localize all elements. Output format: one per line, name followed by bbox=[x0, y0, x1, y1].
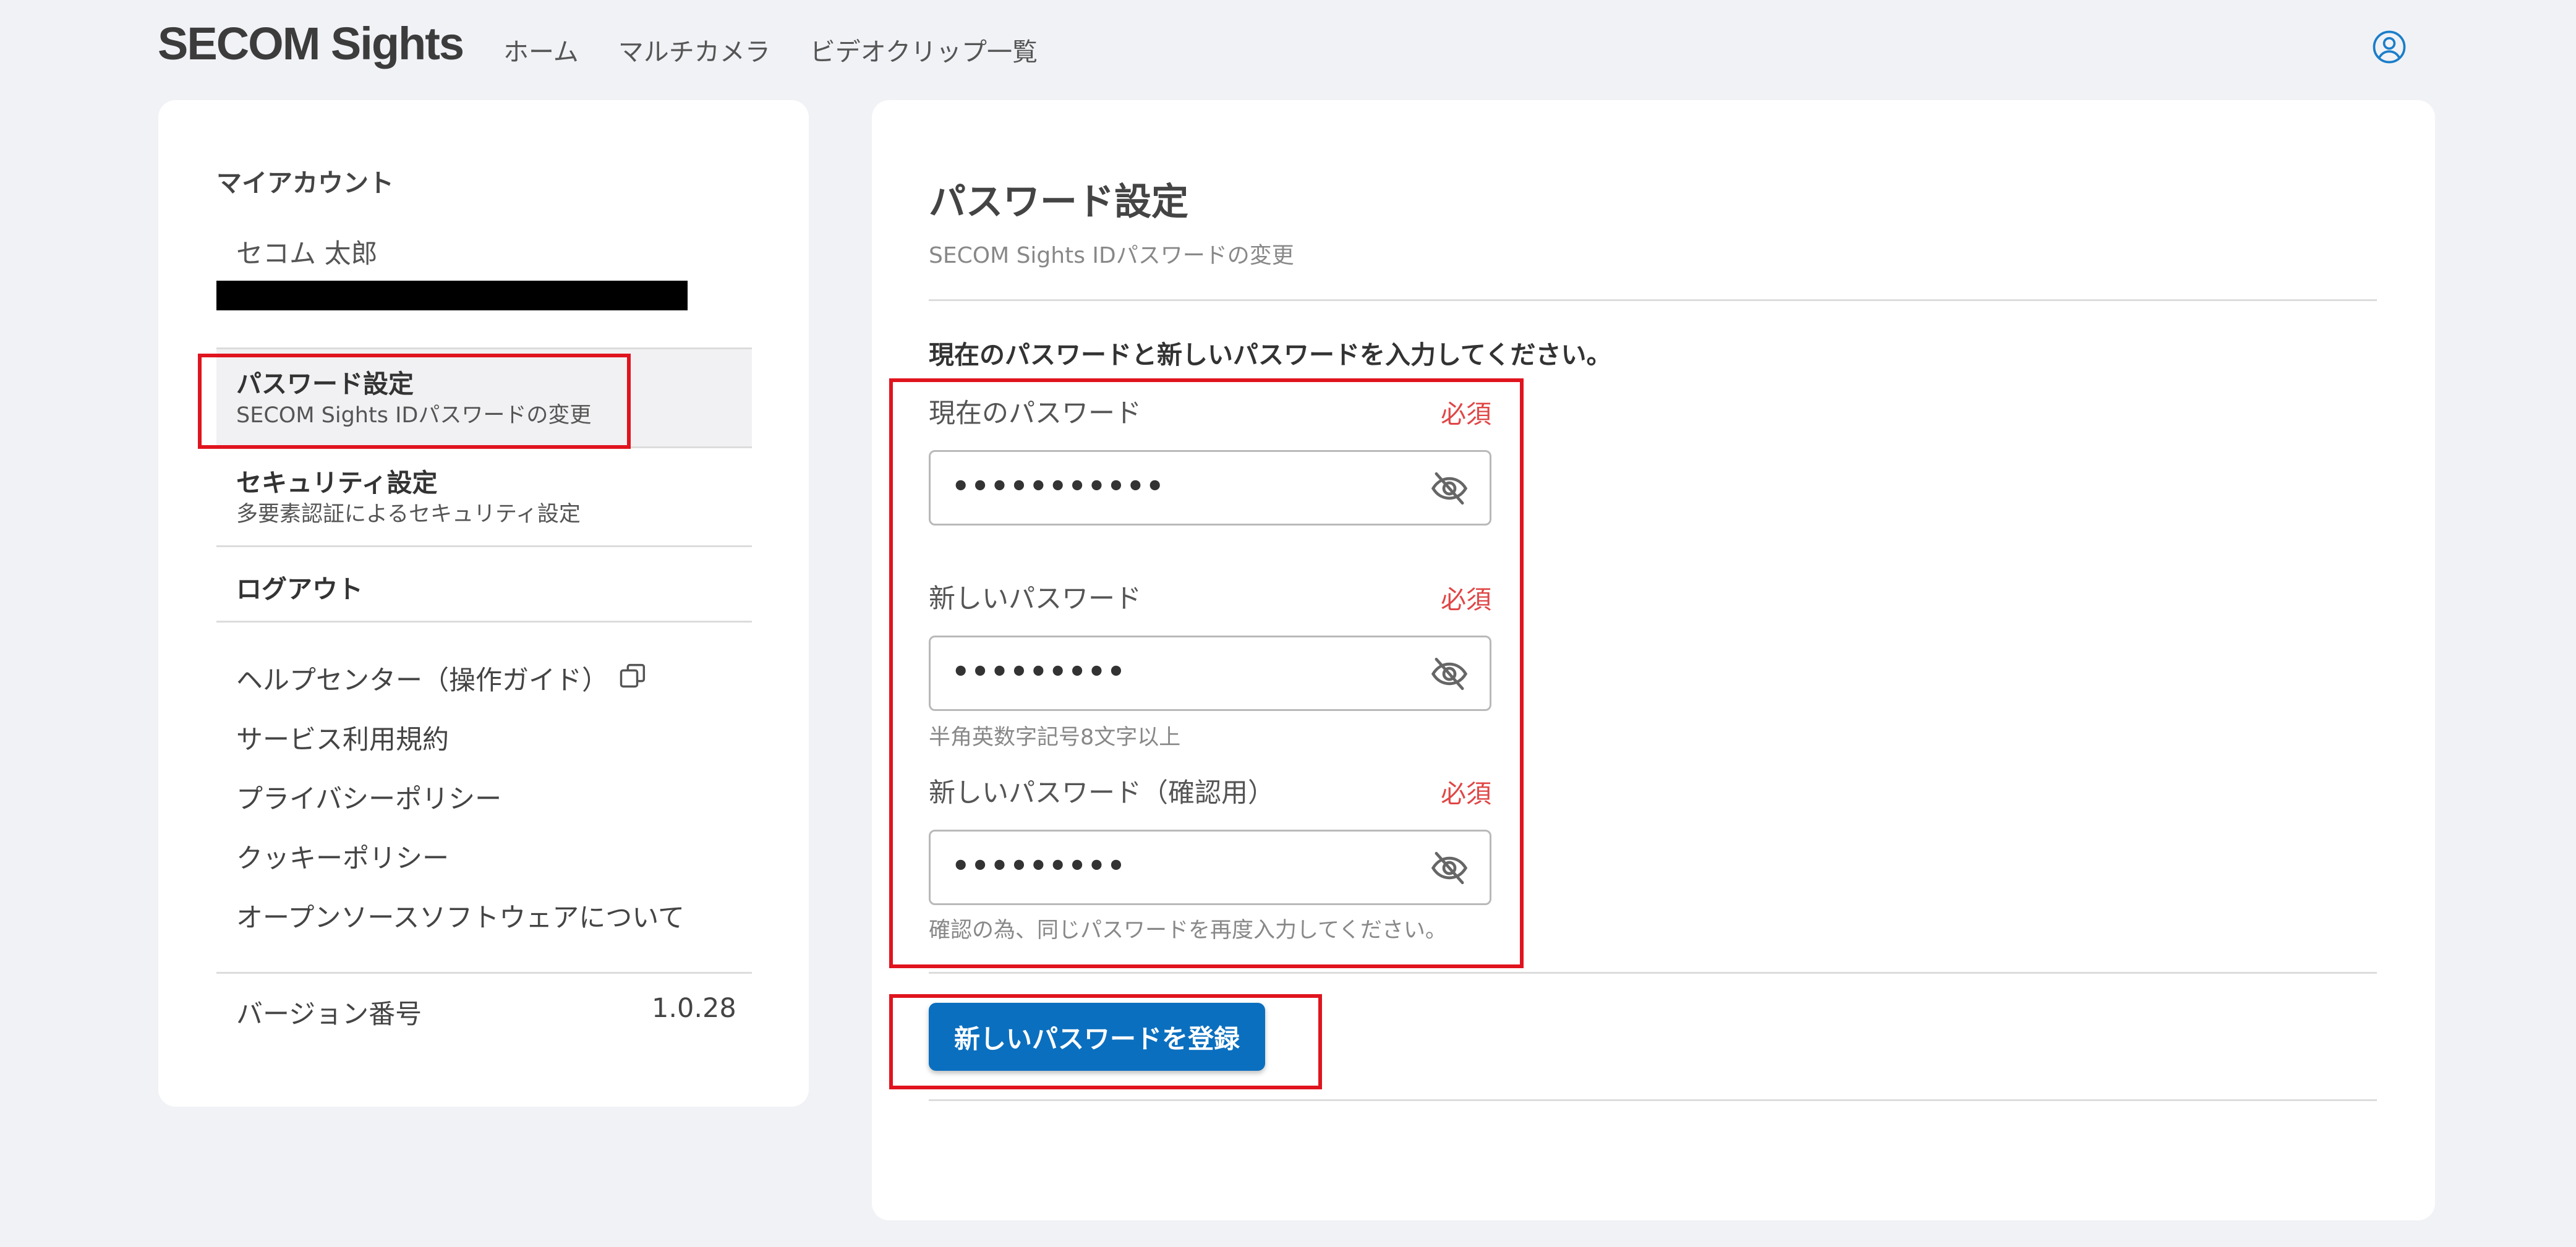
link-cookie-policy[interactable]: クッキーポリシー bbox=[236, 837, 449, 875]
sidebar-item-security-title: セキュリティ設定 bbox=[236, 468, 438, 498]
user-account-icon[interactable] bbox=[2372, 30, 2407, 64]
link-privacy-policy[interactable]: プライバシーポリシー bbox=[236, 778, 501, 816]
page-subtitle: SECOM Sights IDパスワードの変更 bbox=[929, 243, 1294, 268]
sidebar-item-logout[interactable]: ログアウト bbox=[216, 545, 752, 622]
annotation-highlight bbox=[889, 994, 1322, 1089]
sidebar-heading: マイアカウント bbox=[216, 168, 394, 198]
nav-link-videoclips[interactable]: ビデオクリップ一覧 bbox=[810, 31, 1038, 68]
nav-link-multicamera[interactable]: マルチカメラ bbox=[618, 31, 770, 68]
top-navigation: SECOM Sights ホーム マルチカメラ ビデオクリップ一覧 bbox=[0, 0, 2576, 93]
nav-links: ホーム マルチカメラ ビデオクリップ一覧 bbox=[503, 31, 1038, 68]
section-divider bbox=[929, 1099, 2377, 1101]
form-instruction: 現在のパスワードと新しいパスワードを入力してください。 bbox=[929, 340, 1612, 370]
link-open-source[interactable]: オープンソースソフトウェアについて bbox=[236, 896, 685, 935]
nav-link-home[interactable]: ホーム bbox=[503, 31, 579, 68]
section-divider bbox=[929, 299, 2377, 301]
sidebar-item-security-subtitle: 多要素認証によるセキュリティ設定 bbox=[236, 502, 581, 527]
sidebar-divider bbox=[216, 621, 752, 623]
app-logo[interactable]: SECOM Sights bbox=[158, 17, 464, 70]
annotation-highlight bbox=[889, 378, 1524, 968]
link-help-center[interactable]: ヘルプセンター（操作ガイド） bbox=[236, 659, 649, 697]
version-label: バージョン番号 bbox=[236, 999, 422, 1030]
external-link-icon bbox=[620, 663, 646, 688]
user-name: セコム 太郎 bbox=[236, 239, 378, 270]
section-divider bbox=[929, 972, 2377, 974]
redacted-email bbox=[216, 281, 688, 310]
account-sidebar: マイアカウント セコム 太郎 パスワード設定 SECOM Sights IDパス… bbox=[158, 100, 809, 1107]
version-value: 1.0.28 bbox=[652, 993, 736, 1024]
link-terms-of-service[interactable]: サービス利用規約 bbox=[236, 718, 449, 757]
sidebar-divider bbox=[216, 972, 752, 974]
sidebar-item-logout-title: ログアウト bbox=[236, 574, 363, 604]
page-title: パスワード設定 bbox=[929, 181, 1188, 224]
sidebar-item-security[interactable]: セキュリティ設定 多要素認証によるセキュリティ設定 bbox=[216, 446, 752, 545]
link-help-center-label: ヘルプセンター（操作ガイド） bbox=[236, 665, 608, 696]
annotation-highlight bbox=[198, 354, 631, 449]
